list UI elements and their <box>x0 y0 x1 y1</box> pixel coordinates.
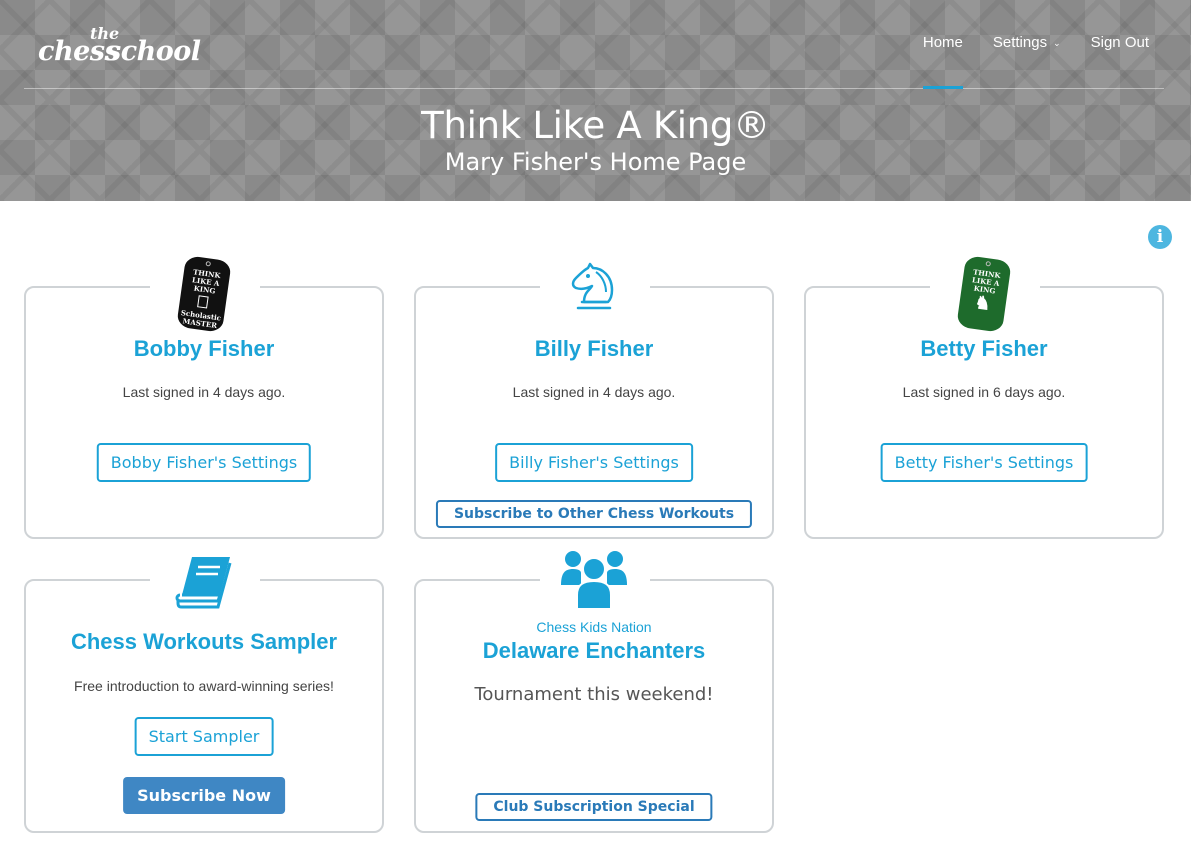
betty-settings-button[interactable]: Betty Fisher's Settings <box>880 443 1088 482</box>
scholastic-master-tag-icon: THINK LIKE A KING Scholastic MASTER <box>176 255 232 333</box>
logo-school: school <box>106 36 201 67</box>
last-signed-in: Last signed in 4 days ago. <box>122 384 286 400</box>
last-signed-in: Last signed in 6 days ago. <box>902 384 1066 400</box>
club-announcement: Tournament this weekend! <box>474 684 714 705</box>
bobby-settings-button[interactable]: Bobby Fisher's Settings <box>96 443 312 482</box>
billy-settings-button[interactable]: Billy Fisher's Settings <box>495 443 693 482</box>
student-card-betty: THINK LIKE A KING ♞ Betty Fisher Last signe… <box>804 255 1164 539</box>
header-divider <box>24 88 1164 89</box>
page-title: Think Like A King® <box>421 104 770 147</box>
nav-settings[interactable]: Settings ⌄ <box>993 34 1061 51</box>
nav-active-indicator <box>923 86 963 89</box>
subscribe-other-workouts-button[interactable]: Subscribe to Other Chess Workouts <box>435 500 753 528</box>
student-card-billy: Billy Fisher Last signed in 4 days ago. … <box>414 262 774 539</box>
club-subscription-special-button[interactable]: Club Subscription Special <box>475 793 713 821</box>
group-icon <box>561 549 627 616</box>
last-signed-in: Last signed in 4 days ago. <box>512 384 676 400</box>
chess-school-logo[interactable]: the chess school <box>38 24 201 68</box>
info-icon[interactable]: i <box>1148 225 1172 249</box>
sampler-description: Free introduction to award-winning serie… <box>74 678 334 694</box>
chevron-down-icon: ⌄ <box>1053 38 1061 48</box>
student-name[interactable]: Bobby Fisher <box>26 336 382 362</box>
nav-home[interactable]: Home <box>923 34 963 51</box>
sampler-card: Chess Workouts Sampler Free introduction… <box>24 557 384 833</box>
club-card: Chess Kids Nation Delaware Enchanters To… <box>414 551 774 833</box>
start-sampler-button[interactable]: Start Sampler <box>134 717 274 756</box>
student-name[interactable]: Betty Fisher <box>806 336 1162 362</box>
page-header: the chess school Home Settings ⌄ Sign Out… <box>0 0 1191 201</box>
nav-sign-out[interactable]: Sign Out <box>1091 34 1149 51</box>
top-nav: Home Settings ⌄ Sign Out <box>923 34 1149 51</box>
book-icon <box>174 555 234 614</box>
knight-icon <box>566 262 622 317</box>
green-king-tag-icon: THINK LIKE A KING ♞ <box>956 255 1012 333</box>
subscribe-now-button[interactable]: Subscribe Now <box>123 777 285 814</box>
sampler-title[interactable]: Chess Workouts Sampler <box>26 629 382 655</box>
page-subtitle: Mary Fisher's Home Page <box>444 148 747 176</box>
student-card-bobby: THINK LIKE A KING Scholastic MASTER Bobby Fi… <box>24 255 384 539</box>
student-name[interactable]: Billy Fisher <box>416 336 772 362</box>
club-name[interactable]: Delaware Enchanters <box>416 638 772 664</box>
club-organization: Chess Kids Nation <box>536 619 652 635</box>
